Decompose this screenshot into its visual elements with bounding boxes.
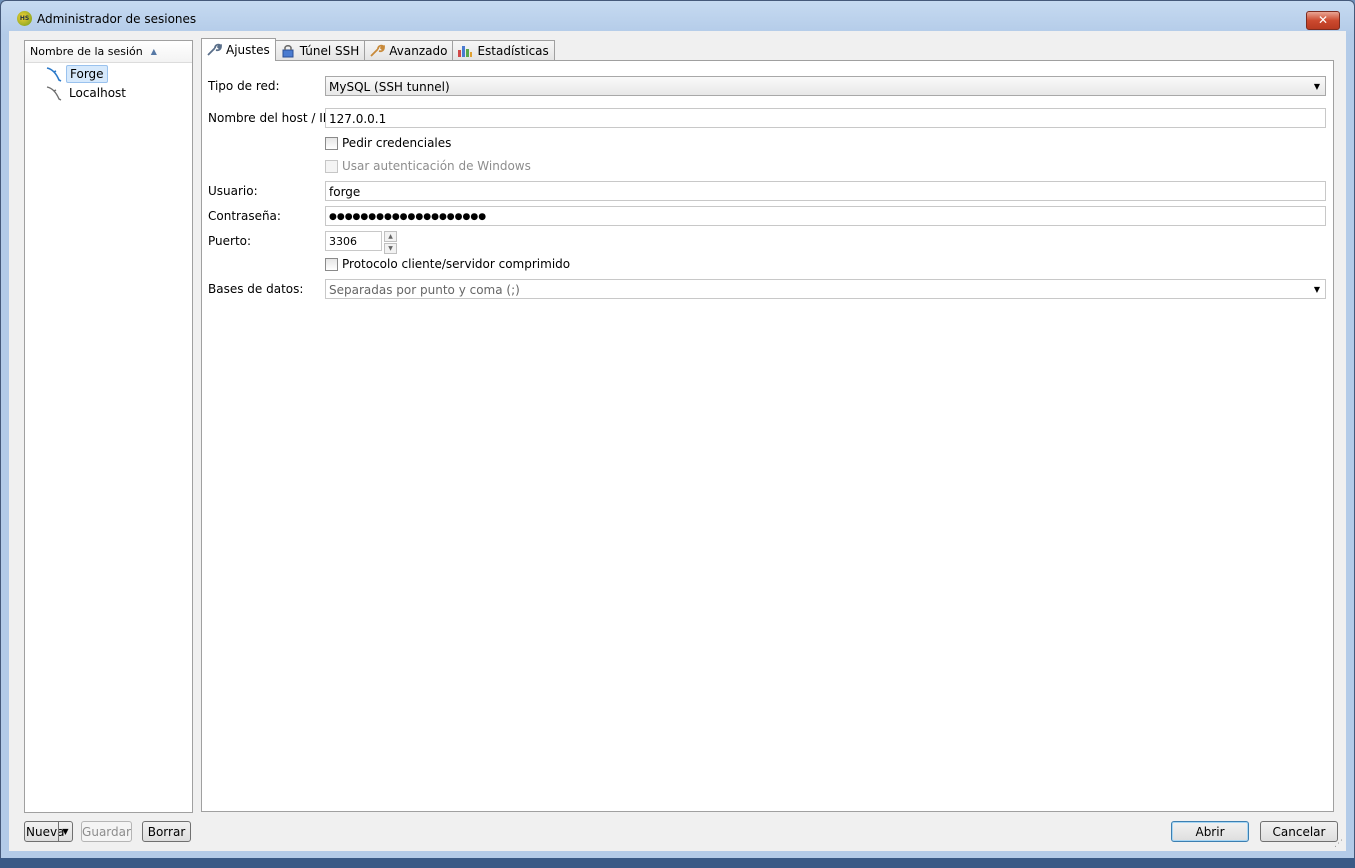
tab-statistics[interactable]: Estadísticas	[452, 40, 555, 61]
open-button[interactable]: Abrir	[1171, 821, 1249, 842]
app-icon: HS	[17, 11, 32, 26]
tab-label: Estadísticas	[477, 44, 549, 58]
tab-label: Ajustes	[226, 43, 270, 57]
delete-button[interactable]: Borrar	[142, 821, 191, 842]
databases-input[interactable]: Separadas por punto y coma (;) ▼	[325, 279, 1326, 299]
save-button[interactable]: Guardar	[81, 821, 132, 842]
window-title: Administrador de sesiones	[37, 12, 197, 26]
session-tree[interactable]: Nombre de la sesión ▲ Forge Localhost	[24, 40, 193, 813]
tree-header-label: Nombre de la sesión	[30, 45, 143, 58]
session-manager-window: HS Administrador de sesiones ✕ Nombre de…	[0, 0, 1355, 860]
session-item-forge[interactable]: Forge	[45, 65, 108, 83]
spin-down-button[interactable]: ▼	[384, 243, 397, 254]
new-dropdown-arrow-icon[interactable]: ▼	[58, 822, 72, 841]
new-session-button[interactable]: Nueva ▼	[24, 821, 73, 842]
user-label: Usuario:	[208, 184, 258, 198]
password-label: Contraseña:	[208, 209, 281, 223]
session-item-label: Localhost	[69, 86, 127, 100]
databases-placeholder: Separadas por punto y coma (;)	[329, 283, 520, 297]
checkbox-box	[325, 257, 338, 271]
wrench-icon	[207, 43, 222, 56]
spin-up-button[interactable]: ▲	[384, 231, 397, 242]
resize-grip-icon[interactable]: ⋰	[1334, 839, 1344, 849]
tab-ajustes[interactable]: Ajustes	[201, 38, 276, 61]
windows-auth-checkbox[interactable]: Usar autenticación de Windows	[325, 159, 531, 173]
databases-label: Bases de datos:	[208, 282, 304, 296]
compressed-protocol-label: Protocolo cliente/servidor comprimido	[342, 257, 571, 271]
checkbox-box	[325, 136, 338, 150]
windows-auth-label: Usar autenticación de Windows	[342, 159, 531, 173]
dialog-body: Nombre de la sesión ▲ Forge Localhost Aj…	[9, 31, 1346, 851]
port-stepper: ▲ ▼	[384, 231, 397, 254]
host-label: Nombre del host / IP:	[208, 111, 335, 125]
cancel-button[interactable]: Cancelar	[1260, 821, 1338, 842]
password-input[interactable]: ●●●●●●●●●●●●●●●●●●●●	[325, 206, 1326, 226]
port-input[interactable]: 3306	[325, 231, 382, 251]
session-item-label: Forge	[66, 65, 108, 83]
tab-label: Avanzado	[389, 44, 448, 58]
network-type-select[interactable]: MySQL (SSH tunnel) ▼	[325, 76, 1326, 96]
compressed-protocol-checkbox[interactable]: Protocolo cliente/servidor comprimido	[325, 257, 570, 271]
dolphin-icon	[46, 86, 62, 101]
prompt-credentials-checkbox[interactable]: Pedir credenciales	[325, 136, 451, 150]
chevron-down-icon: ▼	[1313, 285, 1320, 294]
tab-ssh-tunnel[interactable]: Túnel SSH	[274, 40, 366, 61]
network-type-value: MySQL (SSH tunnel)	[329, 80, 450, 94]
settings-panel: Tipo de red: MySQL (SSH tunnel) ▼ Nombre…	[201, 60, 1334, 812]
prompt-credentials-label: Pedir credenciales	[342, 136, 452, 150]
tab-advanced[interactable]: Avanzado	[364, 40, 454, 61]
chevron-down-icon: ▼	[1313, 82, 1320, 91]
lock-icon	[282, 45, 294, 58]
tab-label: Túnel SSH	[299, 44, 360, 58]
session-item-localhost[interactable]: Localhost	[45, 84, 129, 102]
sort-ascending-icon: ▲	[150, 47, 157, 56]
network-type-label: Tipo de red:	[208, 79, 280, 93]
taskbar	[0, 858, 1355, 868]
close-button[interactable]: ✕	[1306, 11, 1340, 30]
settings-tabs: Ajustes Túnel SSH Avanzado Estadísticas	[201, 38, 555, 61]
port-label: Puerto:	[208, 234, 252, 248]
host-input[interactable]: 127.0.0.1	[325, 108, 1326, 128]
bar-chart-icon	[458, 46, 473, 57]
dolphin-icon	[46, 67, 62, 82]
wrench-icon	[370, 44, 386, 57]
tree-column-header[interactable]: Nombre de la sesión ▲	[25, 41, 192, 63]
user-input[interactable]: forge	[325, 181, 1326, 201]
checkbox-box	[325, 159, 338, 173]
